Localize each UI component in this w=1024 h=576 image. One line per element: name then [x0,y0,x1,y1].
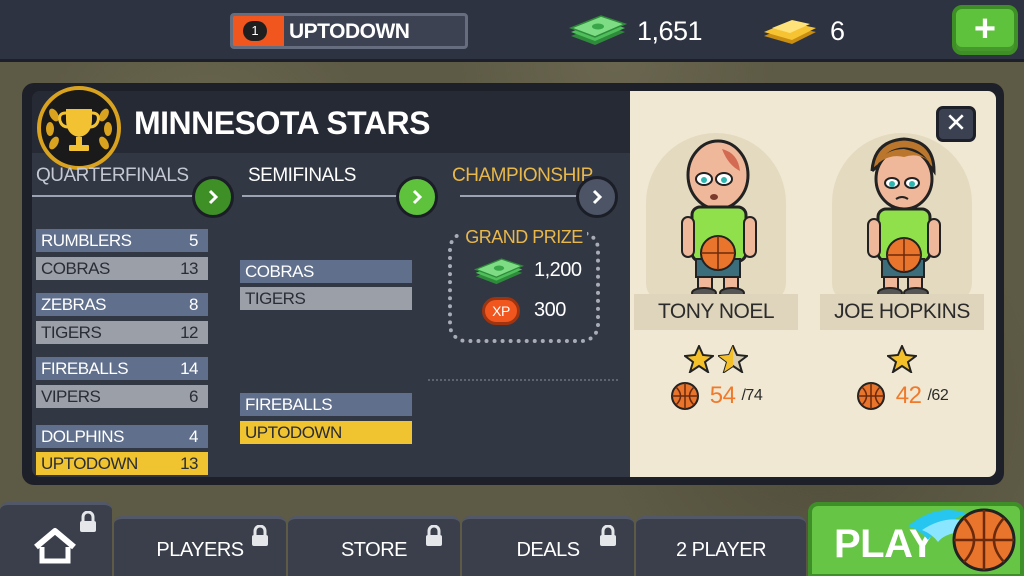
bottom-nav: PLAYERS STORE DEALS 2 PLAYER PLAY [0,502,1024,576]
bracket-team-row: RUMBLERS 5 [36,229,208,252]
round-quarterfinals-label: QUARTERFINALS [36,165,189,186]
bracket-team-row: COBRAS 13 [36,257,208,280]
bracket-header: MINNESOTA STARS [32,86,630,170]
close-button[interactable]: ✕ [936,106,976,142]
cash-display[interactable]: 1,651 [569,14,703,48]
tab-deals[interactable]: DEALS [462,516,634,576]
player-card[interactable]: JOE HOPKINS 42 /62 [820,123,984,423]
level-badge: 1 [243,21,267,41]
half-star-icon [716,343,750,375]
bracket-team-row-highlight: UPTODOWN [240,421,412,444]
lock-icon [252,525,268,546]
bracket-team-row-highlight: UPTODOWN 13 [36,452,208,475]
round-semifinals-label: SEMIFINALS [248,165,356,186]
chevron-right-icon [412,189,423,205]
grand-prize-box: GRAND PRIZE 1,200 XP 300 [448,227,600,343]
player-avatar [681,139,757,299]
player-name-label: JOE HOPKINS [820,294,984,330]
prize-xp-amount: 300 [534,299,566,321]
grand-prize-title: GRAND PRIZE [452,227,596,248]
bracket-team-row: ZEBRAS 8 [36,293,208,316]
chevron-right-icon [592,189,603,205]
xp-badge-icon: XP [482,297,520,325]
star-icon [885,343,919,375]
plus-icon: + [973,8,997,51]
divider [242,195,422,197]
advance-arrow-button[interactable] [576,176,618,218]
player-name-label: TONY NOEL [634,294,798,330]
cash-stack-icon [569,15,627,45]
add-currency-button[interactable]: + [952,5,1018,55]
close-icon: ✕ [945,107,967,138]
bracket-team-row: FIREBALLS [240,393,412,416]
player-energy: 54 /74 [636,381,796,411]
lock-icon [80,511,96,532]
chevron-right-icon [208,189,219,205]
player-energy: 42 /62 [822,381,982,411]
lock-icon [600,525,616,546]
players-panel: TONY NOEL 54 /74 JOE HOPKINS 42 /62 [630,91,996,477]
tab-store[interactable]: STORE [288,516,460,576]
gold-bars-icon [764,20,816,44]
gold-display[interactable]: 6 [760,14,845,48]
cash-amount: 1,651 [637,15,703,46]
divider [32,195,202,197]
advance-arrow-button[interactable] [396,176,438,218]
bracket-team-row: TIGERS [240,287,412,310]
bracket-team-row: TIGERS 12 [36,321,208,344]
tournament-panel: MINNESOTA STARS QUARTERFINALS SEMIFINALS… [22,83,1004,485]
tab-players[interactable]: PLAYERS [114,516,286,576]
cash-stack-icon [474,258,524,285]
basketball-icon [670,382,699,410]
player-stars [636,343,796,378]
player-avatar [867,137,941,299]
flaming-basketball-icon [908,508,1016,572]
round-championship-label: CHAMPIONSHIP [452,165,593,186]
bracket-team-row: DOLPHINS 4 [36,425,208,448]
bracket-team-row: FIREBALLS 14 [36,357,208,380]
gold-amount: 6 [830,15,845,46]
home-button[interactable] [0,502,112,576]
top-bar: 1 UPTODOWN 1,651 6 + [0,0,1024,62]
bracket-team-row: COBRAS [240,260,412,283]
player-name: UPTODOWN [289,20,410,43]
player-card[interactable]: TONY NOEL 54 /74 [634,123,798,423]
star-icon [682,343,716,375]
advance-arrow-button[interactable] [192,176,234,218]
level-progress-bar[interactable]: 1 UPTODOWN [230,13,468,49]
bracket-team-row: VIPERS 6 [36,385,208,408]
basketball-icon [856,382,885,410]
prize-cash-amount: 1,200 [534,259,582,281]
team-title: MINNESOTA STARS [134,105,430,141]
home-icon [34,528,76,564]
divider [428,379,618,381]
player-stars [822,343,982,378]
play-button[interactable]: PLAY [808,502,1024,576]
tournament-bracket: MINNESOTA STARS QUARTERFINALS SEMIFINALS… [32,86,630,477]
tab-2-player[interactable]: 2 PLAYER [636,516,806,576]
trophy-icon [37,86,121,170]
lock-icon [426,525,442,546]
